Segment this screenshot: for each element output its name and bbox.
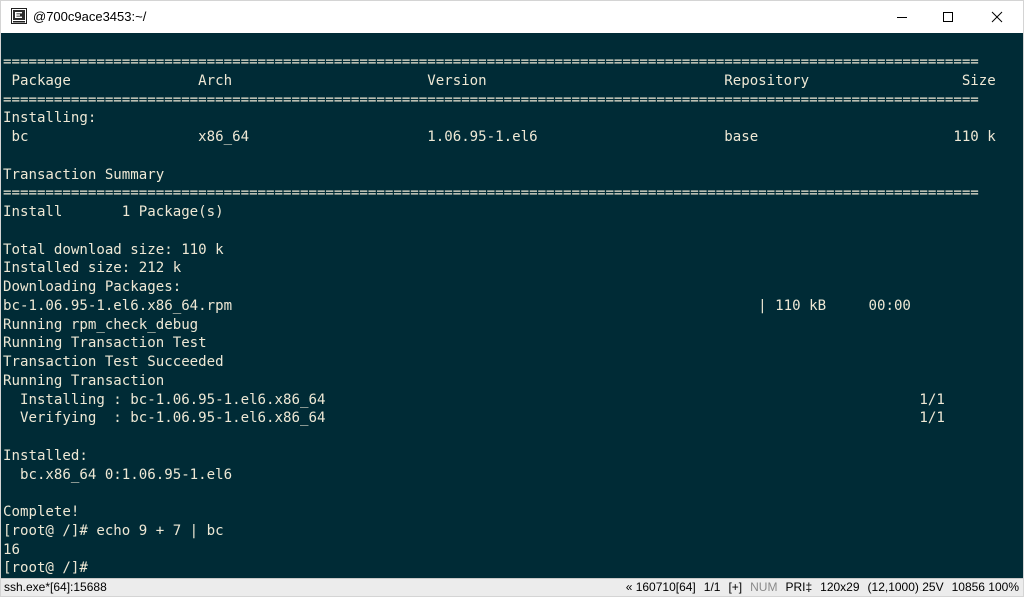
title-bar[interactable]: @700c9ace3453:~/: [1, 1, 1023, 33]
console-icon[interactable]: [11, 8, 27, 24]
status-size[interactable]: 120x29: [820, 579, 859, 596]
terminal-line: Complete!: [3, 504, 80, 520]
terminal-line: Transaction Summary: [3, 166, 165, 183]
terminal-line: Package Arch Version Repository Size: [3, 72, 996, 89]
terminal-line: bc x86_64 1.06.95-1.el6 base 110 k: [3, 129, 996, 145]
terminal-line: Installing:: [3, 110, 97, 127]
window-title: @700c9ace3453:~/: [33, 9, 147, 24]
terminal-line: ========================================…: [3, 54, 979, 70]
terminal-line: ========================================…: [3, 91, 979, 108]
terminal-line: Running Transaction: [3, 372, 165, 389]
terminal-line: bc.x86_64 0:1.06.95-1.el6: [3, 466, 233, 483]
terminal-line: Installed:: [3, 447, 88, 464]
terminal-line: [root@ /]# echo 9 + 7 | bc: [3, 522, 224, 539]
minimize-icon: [897, 17, 907, 18]
status-num[interactable]: NUM: [750, 579, 777, 596]
status-bar: ssh.exe*[64]:15688 « 160710[64] 1/1 [+] …: [1, 578, 1023, 596]
status-process[interactable]: ssh.exe*[64]:15688: [4, 579, 107, 596]
status-pri[interactable]: PRI‡: [785, 579, 812, 596]
status-plus[interactable]: [+]: [728, 579, 742, 596]
terminal-line: Installing : bc-1.06.95-1.el6.x86_64 1/1: [3, 391, 945, 408]
terminal-line: Install 1 Package(s): [3, 204, 224, 220]
terminal-output[interactable]: ========================================…: [1, 33, 1023, 578]
terminal-line: Running rpm_check_debug: [3, 316, 199, 333]
terminal-line: Running Transaction Test: [3, 335, 207, 352]
terminal-line: ========================================…: [3, 185, 979, 202]
status-build[interactable]: « 160710[64]: [626, 579, 696, 596]
minimize-button[interactable]: [879, 1, 925, 33]
terminal-line: Total download size: 110 k: [3, 241, 224, 258]
maximize-icon: [943, 12, 953, 22]
terminal-line: 16: [3, 541, 20, 558]
close-button[interactable]: [971, 1, 1023, 33]
status-memory[interactable]: 10856 100%: [952, 579, 1019, 596]
status-cursor[interactable]: (12,1000) 25V: [868, 579, 944, 596]
status-right-group: « 160710[64] 1/1 [+] NUM PRI‡ 120x29 (12…: [618, 579, 1019, 596]
console-window: @700c9ace3453:~/ =======================…: [0, 0, 1024, 597]
close-icon: [991, 11, 1003, 23]
terminal-line: bc-1.06.95-1.el6.x86_64.rpm | 110 kB 00:…: [3, 297, 911, 314]
status-pane[interactable]: 1/1: [704, 579, 721, 596]
terminal-line: Verifying : bc-1.06.95-1.el6.x86_64 1/1: [3, 410, 945, 427]
terminal-line: Downloading Packages:: [3, 279, 182, 295]
terminal-prompt[interactable]: [root@ /]#: [3, 559, 996, 578]
terminal-text: ========================================…: [3, 53, 996, 578]
terminal-line: Transaction Test Succeeded: [3, 354, 224, 370]
terminal-line: Installed size: 212 k: [3, 260, 182, 277]
maximize-button[interactable]: [925, 1, 971, 33]
